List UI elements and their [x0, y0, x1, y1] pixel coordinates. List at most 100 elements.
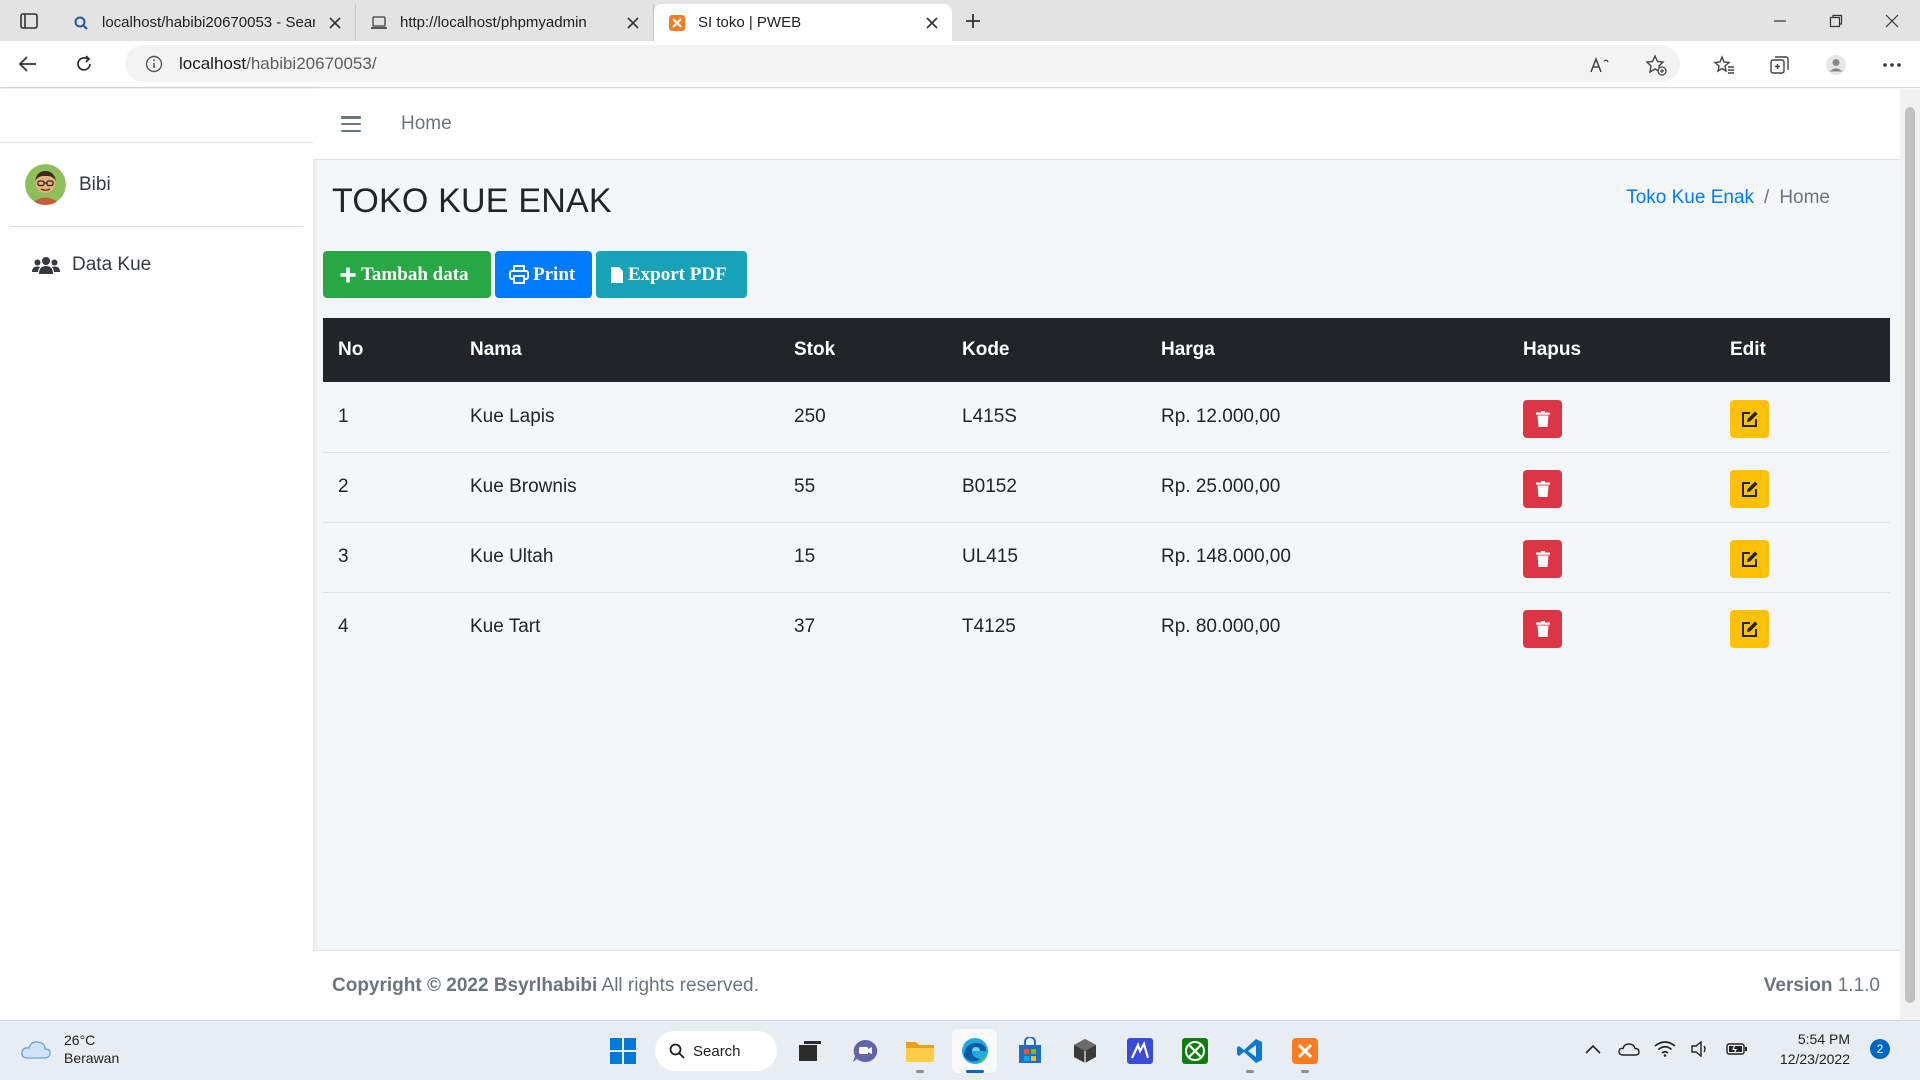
taskbar: 26°C Berawan Search 5:54 PM 12/23/2022 2: [0, 1020, 1920, 1080]
cell-kode: UL415: [947, 522, 1146, 593]
column-header-kode: Kode: [962, 339, 1010, 360]
page-scrollbar[interactable]: [1900, 89, 1920, 1020]
start-button[interactable]: [600, 1029, 645, 1073]
tab-actions-button[interactable]: [0, 0, 58, 41]
clock[interactable]: 5:54 PM 12/23/2022: [1780, 1029, 1850, 1069]
store-app[interactable]: [1007, 1029, 1052, 1073]
breadcrumb: Toko Kue Enak / Home: [1626, 187, 1830, 209]
delete-button[interactable]: [1523, 470, 1562, 508]
new-tab-button[interactable]: [952, 0, 994, 41]
favorites-button[interactable]: [1696, 41, 1752, 88]
sidebar-brand-area: [0, 89, 313, 143]
star-add-icon: [1645, 53, 1667, 76]
add-data-button[interactable]: Tambah data: [323, 251, 491, 298]
edge-app[interactable]: [952, 1029, 997, 1073]
cloud-icon: [21, 1041, 51, 1059]
close-icon[interactable]: [625, 15, 641, 31]
weather-text: 26°C Berawan: [64, 1031, 119, 1067]
sidebar-item-data-kue[interactable]: Data Kue: [10, 245, 303, 285]
tab-si-toko[interactable]: SI toko | PWEB: [654, 4, 952, 41]
settings-more-button[interactable]: [1864, 41, 1920, 88]
export-pdf-button[interactable]: Export PDF: [596, 251, 747, 298]
notification-badge[interactable]: 2: [1870, 1039, 1890, 1059]
edge-icon: [961, 1038, 988, 1064]
xampp-app[interactable]: [1282, 1029, 1327, 1073]
info-icon[interactable]: [145, 55, 163, 73]
edit-button[interactable]: [1730, 540, 1769, 578]
clock-time: 5:54 PM: [1797, 1031, 1850, 1047]
breadcrumb-separator: /: [1764, 187, 1770, 208]
wifi-button[interactable]: [1652, 1029, 1678, 1069]
battery-icon: [1726, 1043, 1747, 1055]
url-field[interactable]: localhost/habibi20670053/: [125, 45, 1680, 82]
refresh-button[interactable]: [56, 41, 112, 88]
back-button[interactable]: [0, 41, 56, 88]
trash-icon: [1535, 481, 1550, 497]
collections-button[interactable]: [1752, 41, 1808, 88]
show-hidden-icons-button[interactable]: [1580, 1029, 1606, 1069]
column-header-nama: Nama: [470, 339, 522, 360]
folder-icon: [905, 1042, 934, 1062]
table-row: 3 Kue Ultah 15 UL415 Rp. 148.000,00: [323, 522, 1890, 593]
version-info: Version 1.1.0: [1764, 975, 1880, 997]
cell-edit: [1715, 452, 1890, 523]
close-icon[interactable]: [924, 15, 940, 31]
user-name[interactable]: Bibi: [79, 174, 111, 196]
file-explorer-app[interactable]: [897, 1029, 942, 1073]
minimize-icon: [1774, 19, 1786, 22]
unity-app[interactable]: [1062, 1029, 1107, 1073]
chat-app[interactable]: [842, 1029, 887, 1073]
version-label: Version: [1763, 974, 1833, 996]
delete-button[interactable]: [1523, 540, 1562, 578]
nav-home-link[interactable]: Home: [401, 113, 452, 135]
volume-button[interactable]: [1688, 1029, 1714, 1069]
taskbar-search[interactable]: Search: [655, 1031, 777, 1071]
cell-no: 2: [323, 452, 455, 523]
tab-search[interactable]: localhost/habibi20670053 - Search: [58, 4, 356, 41]
task-view-icon: [798, 1041, 821, 1061]
minimize-button[interactable]: [1752, 0, 1808, 41]
collections-icon: [1770, 55, 1789, 74]
breadcrumb-link[interactable]: Toko Kue Enak: [1626, 187, 1754, 209]
delete-button[interactable]: [1523, 610, 1562, 649]
read-aloud-button[interactable]: [1572, 41, 1628, 88]
column-header-edit: Edit: [1730, 339, 1766, 360]
cell-hapus: [1508, 592, 1715, 662]
restore-button[interactable]: [1808, 0, 1864, 41]
vscode-app[interactable]: [1227, 1029, 1272, 1073]
designer-app[interactable]: [1117, 1029, 1162, 1073]
data-table: No Nama Stok Kode Harga Hapus Edit 1 Kue…: [323, 318, 1890, 662]
scrollbar-thumb[interactable]: [1905, 107, 1915, 1003]
battery-button[interactable]: [1724, 1029, 1750, 1069]
edit-button[interactable]: [1730, 399, 1769, 438]
edit-button[interactable]: [1730, 470, 1769, 508]
profile-icon: [1826, 54, 1846, 75]
close-icon[interactable]: [327, 15, 343, 31]
laptop-icon: [370, 14, 388, 32]
print-button[interactable]: Print: [495, 251, 592, 298]
table-row: 1 Kue Lapis 250 L415S Rp. 12.000,00: [323, 382, 1890, 453]
onedrive-button[interactable]: [1616, 1029, 1642, 1069]
add-data-label: Tambah data: [361, 263, 469, 285]
xbox-app[interactable]: [1172, 1029, 1217, 1073]
close-window-button[interactable]: [1864, 0, 1920, 41]
favorites-icon: [1713, 54, 1734, 74]
column-header-hapus: Hapus: [1523, 339, 1582, 360]
restore-icon: [1829, 14, 1843, 27]
profile-button[interactable]: [1808, 41, 1864, 88]
copyright-owner: Copyright © 2022 Bsyrlhabibi: [332, 974, 598, 996]
plus-icon: [340, 267, 356, 282]
user-panel[interactable]: Bibi: [10, 143, 303, 227]
menu-toggle-icon[interactable]: [341, 116, 361, 132]
copyright: Copyright © 2022 Bsyrlhabibi All rights …: [332, 975, 759, 997]
cell-hapus: [1508, 522, 1715, 593]
running-indicator: [915, 1070, 924, 1073]
tab-phpmyadmin[interactable]: http://localhost/phpmyadmin: [356, 4, 654, 41]
task-view-button[interactable]: [787, 1029, 832, 1073]
edit-button[interactable]: [1730, 610, 1769, 649]
url-path: /habibi20670053/: [246, 53, 377, 73]
trash-icon: [1535, 621, 1550, 638]
delete-button[interactable]: [1523, 399, 1562, 438]
add-favorite-button[interactable]: [1628, 41, 1684, 88]
weather-widget[interactable]: 26°C Berawan: [20, 1031, 119, 1067]
